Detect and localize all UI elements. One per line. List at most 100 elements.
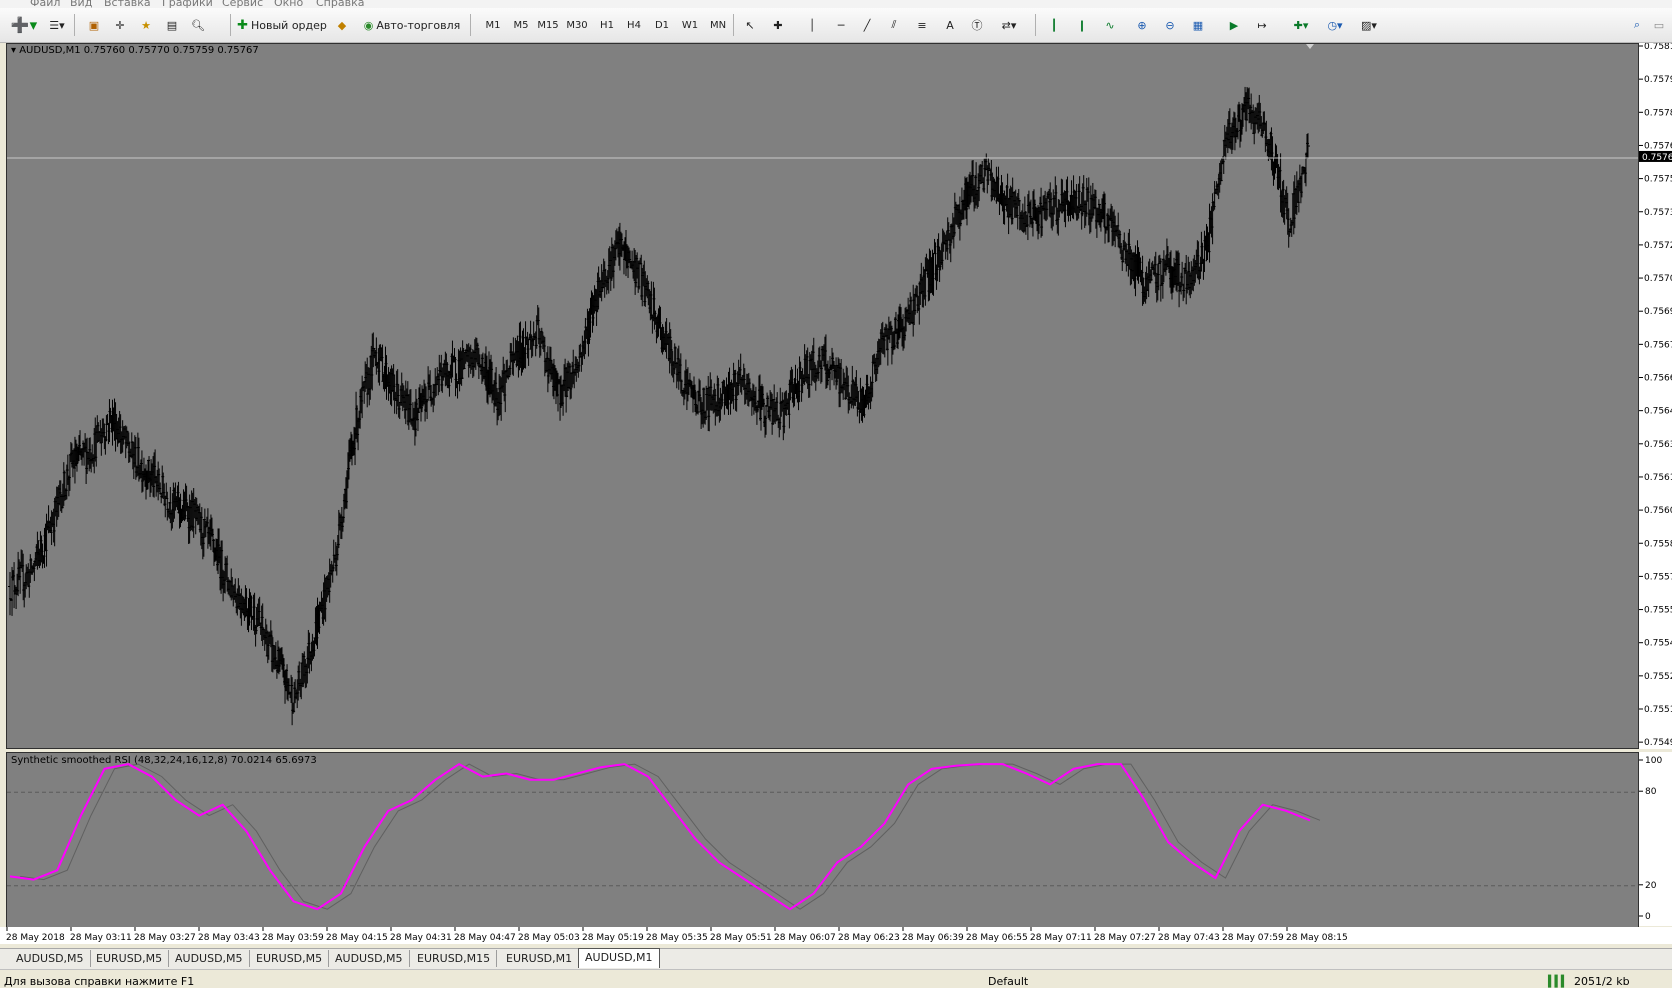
market-watch-icon[interactable]: ▣ [84, 15, 104, 35]
time-tick-label: 28 May 05:19 [582, 933, 644, 943]
indicator-tick-label: 0 [1645, 912, 1651, 922]
timeframe-m1-button[interactable]: M1 [480, 15, 506, 35]
price-tick-label: 0.7549 [1644, 738, 1672, 748]
price-tick-label: 0.7576 [1644, 141, 1672, 151]
strategy-tester-icon[interactable]: 🔍︎ [188, 15, 208, 35]
chart-tab[interactable]: EURUSD,M5 [250, 950, 330, 967]
indicator-scale: 100 80 20 0 [1639, 752, 1672, 926]
price-scale-svg: 0.7581 0.7579 0.7578 0.7576 0.7575 0.7573 0.75… [1639, 42, 1672, 748]
timeframe-h1-button[interactable]: H1 [594, 15, 620, 35]
chart-shift-icon[interactable]: ↦ [1252, 15, 1272, 35]
collapse-arrow-icon: ▾ [11, 45, 17, 56]
price-tick-label: 0.7567 [1644, 340, 1672, 350]
fibonacci-icon[interactable]: ≡ [912, 15, 932, 35]
price-tick-label: 0.7575 [1644, 175, 1672, 185]
price-scale: 0.7581 0.7579 0.7578 0.7576 0.7575 0.7573 0.75… [1639, 42, 1672, 749]
price-chart-svg [7, 44, 1638, 726]
time-tick-label: 28 May 06:39 [902, 933, 964, 943]
tile-windows-icon[interactable]: ▦ [1188, 15, 1208, 35]
timeframe-mn-button[interactable]: MN [705, 15, 731, 35]
time-axis: 28 May 2018 28 May 03:11 28 May 03:27 28 Ma… [0, 927, 1672, 944]
indicator-window[interactable]: Synthetic smoothed RSI (48,32,24,16,12,8… [6, 752, 1639, 928]
trendline-icon[interactable]: ╱ [858, 15, 876, 35]
time-tick-label: 28 May 07:27 [1094, 933, 1156, 943]
auto-trading-label: Авто-торговля [376, 18, 461, 32]
price-tick-label: 0.7558 [1644, 539, 1672, 549]
price-chart[interactable]: ▾ AUDUSD,M1 0.75760 0.75770 0.75759 0.75… [6, 43, 1639, 749]
price-tick-label: 0.7572 [1644, 241, 1672, 251]
text-label-icon[interactable]: Ⓣ [968, 15, 986, 35]
indicator-scale-svg: 100 80 20 0 [1639, 756, 1662, 922]
price-tick-label: 0.7552 [1644, 672, 1672, 682]
metaeditor-icon[interactable]: ◆ [332, 15, 352, 35]
time-tick-label: 28 May 05:35 [646, 933, 708, 943]
vertical-line-icon[interactable]: │ [804, 15, 820, 35]
status-bar: Для вызова справки нажмите F1 Default ▍▍… [0, 969, 1672, 988]
indicator-tick-label: 80 [1645, 787, 1657, 797]
time-axis-svg: 28 May 2018 28 May 03:11 28 May 03:27 28 Ma… [6, 927, 1348, 943]
indicators-icon[interactable]: ✚▾ [1286, 15, 1316, 35]
crosshair-icon[interactable]: ✚ [768, 15, 788, 35]
chart-tab[interactable]: AUDUSD,M5 [329, 950, 410, 967]
periods-icon[interactable]: ◷▾ [1320, 15, 1350, 35]
current-price-box: 0.7576 [1639, 150, 1672, 163]
zoom-in-icon[interactable]: ⊕ [1132, 15, 1152, 35]
autoscroll-icon[interactable]: ▶ [1224, 15, 1244, 35]
timeframe-w1-button[interactable]: W1 [677, 15, 703, 35]
time-tick-label: 28 May 03:11 [70, 933, 132, 943]
time-tick-label: 28 May 05:03 [518, 933, 580, 943]
new-chart-button[interactable]: ➕▾ [10, 15, 38, 35]
price-tick-label: 0.7573 [1644, 208, 1672, 218]
new-order-button[interactable]: ✚ Новый ордер [236, 15, 328, 35]
chart-tab[interactable]: EURUSD,M1 [500, 950, 580, 967]
navigator-icon[interactable]: ★ [136, 15, 156, 35]
zoom-out-icon[interactable]: ⊖ [1160, 15, 1180, 35]
search-icon[interactable]: ⌕ [1628, 15, 1646, 35]
price-tick-label: 0.7578 [1644, 108, 1672, 118]
cursor-icon[interactable]: ↖ [740, 15, 760, 35]
data-window-icon[interactable]: ✛ [110, 15, 130, 35]
menu-item-6[interactable]: Справка [316, 0, 364, 8]
text-icon[interactable]: A [942, 15, 958, 35]
time-tick-label: 28 May 04:15 [326, 933, 388, 943]
price-tick-label: 0.7569 [1644, 307, 1672, 317]
menu-item-3[interactable]: Графики [162, 0, 213, 8]
time-tick-label: 28 May 06:55 [966, 933, 1028, 943]
price-tick-label: 0.7579 [1644, 75, 1672, 85]
horizontal-line-icon[interactable]: ─ [832, 15, 850, 35]
chart-symbol-header: ▾ AUDUSD,M1 0.75760 0.75770 0.75759 0.75… [11, 45, 259, 56]
menu-item-1[interactable]: Вид [70, 0, 92, 8]
chart-tab[interactable]: EURUSD,M5 [90, 950, 170, 967]
toolbar: ➕▾ ☰▾ ▣ ✛ ★ ▤ 🔍︎ ✚ Новый ордер ◆ ◉ Авто-… [0, 8, 1672, 43]
chart-tab[interactable]: AUDUSD,M5 [10, 950, 91, 967]
bar-chart-icon[interactable]: ┃ [1044, 15, 1064, 35]
menu-item-2[interactable]: Вставка [104, 0, 151, 8]
timeframe-m30-button[interactable]: M30 [564, 15, 590, 35]
timeframe-h4-button[interactable]: H4 [621, 15, 647, 35]
price-tick-label: 0.7551 [1644, 705, 1672, 715]
arrows-icon[interactable]: ⇄▾ [996, 15, 1022, 35]
timeframe-d1-button[interactable]: D1 [649, 15, 675, 35]
status-profile: Default [988, 975, 1029, 988]
profiles-button[interactable]: ☰▾ [44, 15, 70, 35]
line-chart-icon[interactable]: ∿ [1100, 15, 1120, 35]
price-tick-label: 0.7570 [1644, 274, 1672, 284]
menu-item-5[interactable]: Окно [274, 0, 303, 8]
timeframe-m15-button[interactable]: M15 [535, 15, 561, 35]
price-tick-label: 0.7555 [1644, 606, 1672, 616]
templates-icon[interactable]: ▨▾ [1354, 15, 1384, 35]
time-tick-label: 28 May 04:31 [390, 933, 452, 943]
terminal-icon[interactable]: ▤ [162, 15, 182, 35]
price-tick-label: 0.7566 [1644, 374, 1672, 384]
timeframe-m5-button[interactable]: M5 [508, 15, 534, 35]
auto-trading-button[interactable]: ◉ Авто-торговля [360, 15, 464, 35]
chart-tab[interactable]: AUDUSD,M1 [578, 948, 660, 968]
channel-icon[interactable]: ⫽ [884, 15, 904, 35]
menu-item-0[interactable]: Файл [30, 0, 60, 8]
candlestick-icon[interactable]: ❙ [1072, 15, 1092, 35]
menu-item-4[interactable]: Сервис [222, 0, 263, 8]
symbol-header-text: AUDUSD,M1 0.75760 0.75770 0.75759 0.7576… [19, 45, 259, 56]
chart-tab[interactable]: AUDUSD,M5 [169, 950, 250, 967]
chart-tab[interactable]: EURUSD,M15 [411, 950, 498, 967]
chat-icon[interactable]: ▭ [1650, 15, 1668, 35]
